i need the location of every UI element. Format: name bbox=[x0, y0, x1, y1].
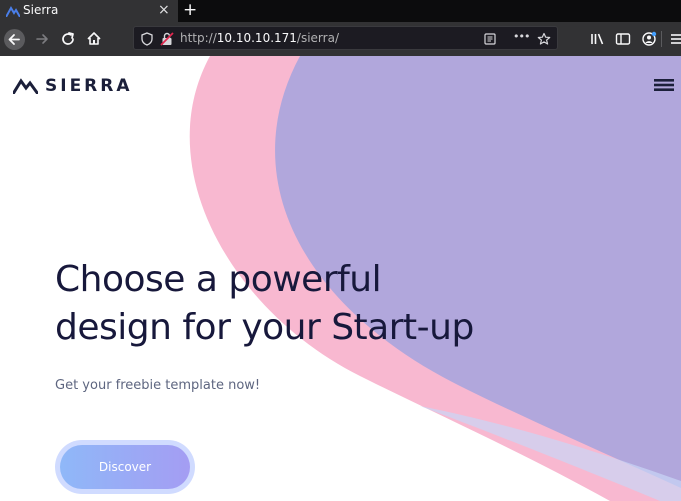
mountain-logo-icon bbox=[13, 78, 38, 94]
sierra-logo-icon bbox=[6, 6, 20, 17]
new-tab-icon[interactable]: + bbox=[183, 0, 197, 20]
insecure-lock-icon[interactable] bbox=[160, 32, 174, 46]
tab-title: Sierra bbox=[23, 3, 59, 17]
url-path: /sierra/ bbox=[296, 31, 339, 45]
hero-subline: Get your freebie template now! bbox=[55, 378, 261, 393]
more-icon[interactable]: ••• bbox=[513, 30, 530, 43]
home-icon[interactable] bbox=[84, 29, 104, 49]
nav-toolbar: http://10.10.10.171/sierra/ ••• bbox=[0, 22, 681, 56]
site-logo[interactable]: SIERRA bbox=[13, 76, 133, 96]
menu-icon[interactable] bbox=[668, 29, 681, 49]
web-page: SIERRA Choose a powerful design for your… bbox=[0, 56, 681, 501]
url-prefix: http:// bbox=[180, 31, 217, 45]
close-icon[interactable]: × bbox=[158, 2, 170, 18]
url-text[interactable]: http://10.10.10.171/sierra/ bbox=[180, 31, 339, 45]
reader-view-icon[interactable] bbox=[483, 32, 497, 46]
sidebar-icon[interactable] bbox=[613, 29, 633, 49]
reload-icon[interactable] bbox=[58, 29, 78, 49]
toolbar-divider bbox=[661, 31, 662, 47]
back-button[interactable] bbox=[4, 29, 25, 50]
logo-text: SIERRA bbox=[45, 76, 133, 96]
account-icon[interactable] bbox=[639, 29, 659, 49]
headline-line-1: Choose a powerful bbox=[55, 259, 382, 300]
hamburger-menu-icon[interactable] bbox=[654, 78, 674, 92]
bookmark-star-icon[interactable] bbox=[537, 32, 551, 46]
headline-line-2: design for your Start-up bbox=[55, 307, 474, 348]
forward-icon[interactable] bbox=[32, 29, 52, 49]
hero-headline: Choose a powerful design for your Start-… bbox=[55, 256, 655, 352]
discover-button[interactable]: Discover bbox=[60, 445, 190, 489]
shield-icon[interactable] bbox=[140, 32, 154, 46]
library-icon[interactable] bbox=[588, 29, 608, 49]
url-bar[interactable]: http://10.10.10.171/sierra/ ••• bbox=[133, 26, 558, 50]
url-host: 10.10.10.171 bbox=[216, 31, 297, 45]
tab-sierra[interactable]: Sierra × bbox=[0, 0, 178, 22]
discover-button-halo: Discover bbox=[55, 440, 195, 494]
tab-strip: Sierra × + bbox=[0, 0, 681, 22]
back-icon bbox=[8, 34, 20, 45]
